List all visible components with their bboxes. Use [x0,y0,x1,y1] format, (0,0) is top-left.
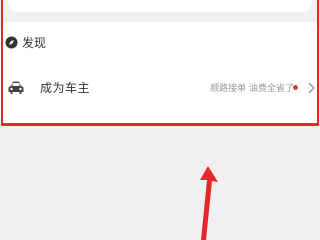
annotation-box-right [317,0,319,126]
discover-label: 发现 [22,35,47,50]
chevron-right-icon [306,80,316,94]
notification-dot [293,85,298,90]
become-owner-hint: 顺路接单 油费全省了 [210,84,294,94]
discover-section-header: 发现 [4,32,46,52]
annotation-box-left [1,0,3,126]
compass-icon [4,35,18,49]
car-icon [8,80,24,94]
become-owner-row[interactable]: 成为车主 顺路接单 油费全省了 [0,68,320,110]
previous-card-edge [8,0,312,12]
annotation-box-bottom [1,123,319,126]
become-owner-label: 成为车主 [40,81,91,95]
up-arrow-annotation [200,166,218,240]
